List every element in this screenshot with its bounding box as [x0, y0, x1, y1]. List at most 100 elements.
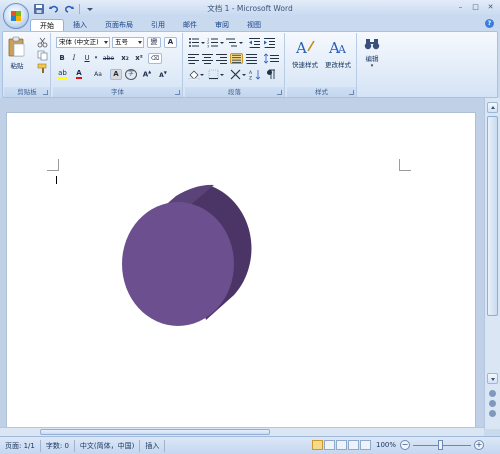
font-size-select[interactable]: 五号: [112, 37, 144, 48]
copy-icon[interactable]: [37, 50, 48, 61]
subscript-button[interactable]: x₂: [119, 53, 131, 64]
phonetic-guide-icon: 變: [150, 38, 158, 46]
distributed-icon[interactable]: [246, 53, 258, 64]
crop-mark-top-right: [399, 170, 411, 171]
cylinder-shape[interactable]: [116, 182, 272, 332]
phonetic-guide-button[interactable]: 變: [147, 37, 161, 48]
underline-button[interactable]: U: [82, 53, 92, 64]
align-right-icon[interactable]: [216, 53, 228, 64]
clipboard-launcher[interactable]: [43, 90, 48, 95]
styles-launcher[interactable]: [349, 90, 354, 95]
sort-icon[interactable]: AZ: [249, 69, 262, 80]
format-painter-icon[interactable]: [37, 63, 48, 74]
vertical-scrollbar[interactable]: [484, 98, 500, 429]
char-border-button[interactable]: A: [164, 37, 177, 48]
line-spacing-icon[interactable]: [264, 53, 280, 64]
window-controls: – □ ✕: [453, 0, 498, 13]
borders-icon[interactable]: [208, 69, 224, 80]
highlight-button[interactable]: ab: [56, 69, 69, 80]
window-title: 文档 1 - Microsoft Word: [207, 4, 293, 13]
font-color-icon: A: [76, 69, 82, 79]
svg-text:A: A: [337, 43, 347, 56]
ribbon-tabs: 开始 插入 页面布局 引用 邮件 审阅 视图: [30, 17, 270, 32]
justify-icon[interactable]: [230, 53, 243, 64]
horizontal-scrollbar[interactable]: [0, 427, 484, 436]
status-language[interactable]: 中文(简体，中国): [75, 439, 141, 452]
underline-dropdown-icon[interactable]: ▾: [94, 53, 98, 64]
change-styles-label: 更改样式: [325, 61, 351, 69]
zoom-level[interactable]: 100%: [376, 441, 396, 449]
align-center-icon[interactable]: [202, 53, 214, 64]
clear-formatting-icon: ⌫: [150, 54, 160, 62]
paragraph-group: 1 2 3 A Z 段落: [185, 33, 285, 97]
print-layout-view-icon[interactable]: [312, 440, 323, 450]
office-button[interactable]: [3, 3, 29, 29]
paste-button[interactable]: 粘贴: [8, 36, 26, 70]
char-shading-icon: A: [113, 70, 119, 78]
clear-formatting-button[interactable]: ⌫: [148, 53, 162, 64]
font-name-select[interactable]: 宋体 (中文正): [56, 37, 110, 48]
status-word-count[interactable]: 字数: 0: [41, 439, 75, 452]
editing-label: 编辑: [365, 55, 379, 63]
horizontal-scroll-thumb[interactable]: [40, 429, 270, 435]
font-size-value: 五号: [115, 38, 128, 46]
chinese-layout-icon[interactable]: [230, 69, 246, 80]
minimize-icon[interactable]: –: [453, 0, 468, 13]
scroll-up-button[interactable]: [487, 102, 498, 113]
maximize-icon[interactable]: □: [468, 0, 483, 13]
status-insert-mode[interactable]: 插入: [140, 439, 166, 452]
multilevel-list-icon[interactable]: [226, 37, 244, 48]
numbering-icon[interactable]: 1 2 3: [207, 37, 225, 48]
superscript-button[interactable]: x²: [133, 53, 145, 64]
zoom-in-icon[interactable]: +: [474, 440, 484, 450]
shrink-font-button[interactable]: A▼: [157, 69, 169, 80]
align-left-icon[interactable]: [188, 53, 200, 64]
zoom-out-icon[interactable]: −: [400, 440, 410, 450]
text-cursor: [56, 176, 57, 184]
paste-label: 粘贴: [10, 62, 24, 70]
grow-font-button[interactable]: A▲: [141, 69, 153, 80]
change-styles-button[interactable]: A A 更改样式: [322, 37, 354, 69]
styles-group: A 快速样式 A A 更改样式 样式: [287, 33, 357, 97]
change-styles-icon: A A: [328, 39, 347, 57]
web-layout-view-icon[interactable]: [336, 440, 347, 450]
bullets-icon[interactable]: [188, 37, 206, 48]
previous-page-icon[interactable]: [489, 390, 496, 397]
enclose-chars-button[interactable]: 字: [125, 69, 137, 80]
select-browse-object-icon[interactable]: [489, 400, 496, 407]
status-page[interactable]: 页面: 1/1: [0, 439, 41, 452]
quick-styles-button[interactable]: A 快速样式: [289, 37, 321, 69]
bold-button[interactable]: B: [57, 53, 67, 64]
svg-text:A: A: [295, 39, 307, 57]
show-marks-icon[interactable]: [265, 69, 277, 80]
vertical-scroll-thumb[interactable]: [487, 116, 498, 316]
next-page-icon[interactable]: [489, 410, 496, 417]
draft-view-icon[interactable]: [360, 440, 371, 450]
paragraph-launcher[interactable]: [277, 90, 282, 95]
editing-button[interactable]: 编辑 ▾: [361, 37, 383, 69]
underline-icon: U: [84, 54, 90, 62]
font-launcher[interactable]: [175, 90, 180, 95]
outline-view-icon[interactable]: [348, 440, 359, 450]
highlight-icon: ab: [58, 69, 67, 79]
shading-icon[interactable]: [188, 69, 204, 80]
font-color-button[interactable]: A: [73, 69, 85, 80]
bold-icon: B: [59, 54, 65, 62]
increase-indent-icon[interactable]: [264, 37, 276, 48]
decrease-indent-icon[interactable]: [249, 37, 261, 48]
close-icon[interactable]: ✕: [483, 0, 498, 13]
change-case-button[interactable]: Aa: [91, 69, 105, 80]
full-screen-reading-view-icon[interactable]: [324, 440, 335, 450]
cut-icon[interactable]: [37, 37, 48, 48]
char-shading-button[interactable]: A: [110, 69, 122, 80]
italic-button[interactable]: I: [69, 53, 79, 64]
font-name-value: 宋体 (中文正): [59, 38, 99, 46]
superscript-icon: x²: [135, 54, 143, 62]
strikethrough-button[interactable]: abe: [101, 53, 116, 64]
help-icon[interactable]: ?: [485, 19, 494, 28]
zoom-slider-thumb[interactable]: [438, 440, 443, 450]
document-area[interactable]: [0, 98, 484, 427]
editing-group: 编辑 ▾: [359, 33, 385, 97]
scroll-down-button[interactable]: [487, 373, 498, 384]
clipboard-group: 粘贴 剪贴板: [4, 33, 51, 97]
